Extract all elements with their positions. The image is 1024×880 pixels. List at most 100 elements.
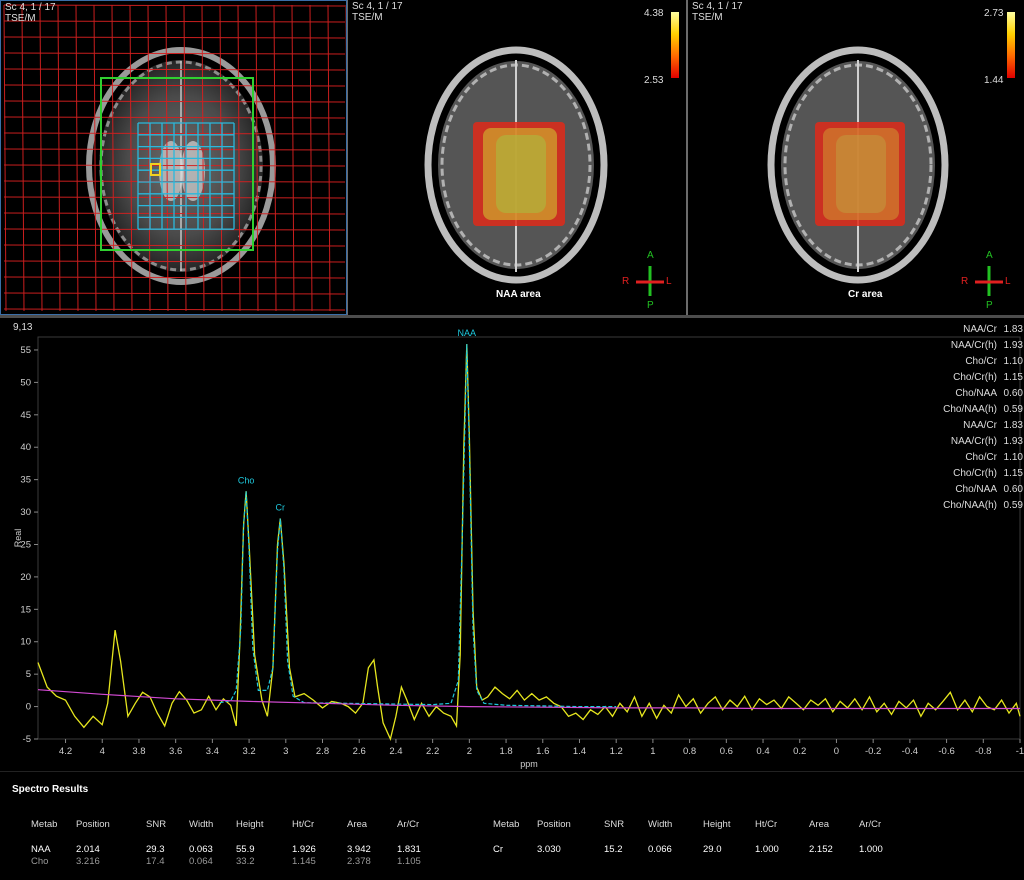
y-tick-label: 35 xyxy=(20,475,31,486)
orientation-marker: A P R L xyxy=(961,250,1011,311)
x-tick-label: 0.4 xyxy=(756,746,769,757)
ratio-row: NAA/Cr(h) 1.93 xyxy=(913,338,1023,354)
x-tick-label: 1.2 xyxy=(610,746,623,757)
x-tick-label: 3.6 xyxy=(169,746,182,757)
ratio-label: Cho/Cr xyxy=(965,452,997,463)
y-tick-label: 15 xyxy=(20,604,31,615)
ratio-label: Cho/Cr xyxy=(965,356,997,367)
ratio-row: Cho/NAA(h) 0.59 xyxy=(913,402,1023,418)
table-cell: Cho xyxy=(31,856,49,867)
ratio-row: Cho/Cr(h) 1.15 xyxy=(913,466,1023,482)
x-tick-label: 3.4 xyxy=(206,746,219,757)
map-title: NAA area xyxy=(496,289,541,300)
x-tick-label: 0.6 xyxy=(720,746,733,757)
table-cell: 3.216 xyxy=(76,856,100,867)
column-header: Area xyxy=(809,819,830,830)
table-cell: NAA xyxy=(31,844,51,855)
table-cell: 1.831 xyxy=(397,844,421,855)
peak-label-cho: Cho xyxy=(238,475,255,485)
column-header: Position xyxy=(76,819,110,830)
table-cell: 29.0 xyxy=(703,844,722,855)
csi-planning-viewport[interactable]: Sc 4, 1 / 17 TSE/M xyxy=(0,0,347,315)
ratio-value: 0.60 xyxy=(1003,484,1023,495)
x-tick-label: 2.2 xyxy=(426,746,439,757)
peak-label-naa: NAA xyxy=(458,328,477,338)
panel-divider xyxy=(0,315,1024,318)
column-header: Width xyxy=(189,819,214,830)
map-title: Cr area xyxy=(848,289,883,300)
table-cell: 1.145 xyxy=(292,856,316,867)
ratio-value: 1.15 xyxy=(1003,468,1023,479)
table-cell: 2.152 xyxy=(809,844,833,855)
ratio-value: 1.83 xyxy=(1003,420,1023,431)
ratio-value: 0.59 xyxy=(1003,500,1023,511)
column-header: Width xyxy=(648,819,673,830)
color-scale-max: 4.38 xyxy=(644,8,664,19)
table-cell: 3.942 xyxy=(347,844,371,855)
table-cell: 1.000 xyxy=(755,844,779,855)
y-tick-label: 55 xyxy=(20,345,31,356)
table-cell: 17.4 xyxy=(146,856,165,867)
x-tick-label: -0.2 xyxy=(865,746,881,757)
ratio-value: 0.59 xyxy=(1003,404,1023,415)
series-info: Sc 4, 1 / 17 TSE/M xyxy=(5,2,56,24)
x-tick-label: 0.2 xyxy=(793,746,806,757)
column-header: SNR xyxy=(604,819,625,830)
ratio-value: 1.10 xyxy=(1003,452,1023,463)
y-tick-label: -5 xyxy=(23,734,31,745)
ratio-label: Cho/Cr(h) xyxy=(953,468,997,479)
peak-label-cr: Cr xyxy=(276,503,286,513)
ratio-row: NAA/Cr 1.83 xyxy=(913,322,1023,338)
ratio-row: Cho/NAA(h) 0.59 xyxy=(913,498,1023,514)
x-tick-label: 0.8 xyxy=(683,746,696,757)
table-cell: 1.105 xyxy=(397,856,421,867)
x-tick-label: 1.6 xyxy=(536,746,549,757)
y-tick-label: 20 xyxy=(20,572,31,583)
ratio-value: 0.60 xyxy=(1003,388,1023,399)
x-tick-label: 1 xyxy=(650,746,655,757)
results-table-right: Metab Position SNR Width Height Ht/Cr Area Ar/C… xyxy=(480,772,1024,880)
fitted-spectrum-line xyxy=(219,344,617,708)
brain-image-planning xyxy=(3,4,346,312)
table-cell: 29.3 xyxy=(146,844,165,855)
column-header: Position xyxy=(537,819,571,830)
ratio-label: NAA/Cr xyxy=(963,420,997,431)
color-scale-bar xyxy=(1007,12,1015,78)
ratio-value: 1.10 xyxy=(1003,356,1023,367)
column-header: Height xyxy=(703,819,731,830)
baseline-line xyxy=(37,689,1020,710)
table-cell: 1.926 xyxy=(292,844,316,855)
spectrum-chart[interactable]: -505101520253035404550554.2 4 3.8 3.6 3.4 3.2… xyxy=(10,319,1024,770)
column-header: Height xyxy=(236,819,264,830)
table-cell: 3.030 xyxy=(537,844,561,855)
x-tick-label: 3.8 xyxy=(132,746,145,757)
cr-map-viewport[interactable]: Sc 4, 1 / 17 TSE/M 2.73 1.44 A P R L Cr … xyxy=(688,0,1024,315)
table-cell: 0.064 xyxy=(189,856,213,867)
ratio-label: NAA/Cr(h) xyxy=(950,436,997,447)
table-cell: Cr xyxy=(493,844,504,855)
column-header: Ht/Cr xyxy=(755,819,778,830)
column-header: Metab xyxy=(31,819,58,830)
x-axis-label: ppm xyxy=(520,759,538,769)
table-cell: 2.378 xyxy=(347,856,371,867)
ratio-value: 1.93 xyxy=(1003,340,1023,351)
y-tick-label: 30 xyxy=(20,507,31,518)
x-tick-label: 1.8 xyxy=(499,746,512,757)
ratio-label: Cho/NAA xyxy=(955,484,997,495)
y-tick-label: 0 xyxy=(26,702,31,713)
ratio-label: Cho/NAA(h) xyxy=(943,404,997,415)
x-tick-label: 2.4 xyxy=(389,746,402,757)
table-cell: 33.2 xyxy=(236,856,255,867)
y-tick-label: 10 xyxy=(20,637,31,648)
y-axis-label: Real xyxy=(13,529,23,548)
ratio-value: 1.93 xyxy=(1003,436,1023,447)
ratio-label: Cho/NAA(h) xyxy=(943,500,997,511)
ratio-row: Cho/Cr(h) 1.15 xyxy=(913,370,1023,386)
naa-map-viewport[interactable]: Sc 4, 1 / 17 TSE/M 4.38 2.53 A P R L NAA… xyxy=(348,0,686,315)
ratio-row: NAA/Cr(h) 1.93 xyxy=(913,434,1023,450)
table-cell: 1.000 xyxy=(859,844,883,855)
ratio-row: Cho/NAA 0.60 xyxy=(913,482,1023,498)
orientation-marker: A P R L xyxy=(622,250,672,311)
ratio-row: Cho/Cr 1.10 xyxy=(913,450,1023,466)
x-tick-label: -0.6 xyxy=(938,746,954,757)
